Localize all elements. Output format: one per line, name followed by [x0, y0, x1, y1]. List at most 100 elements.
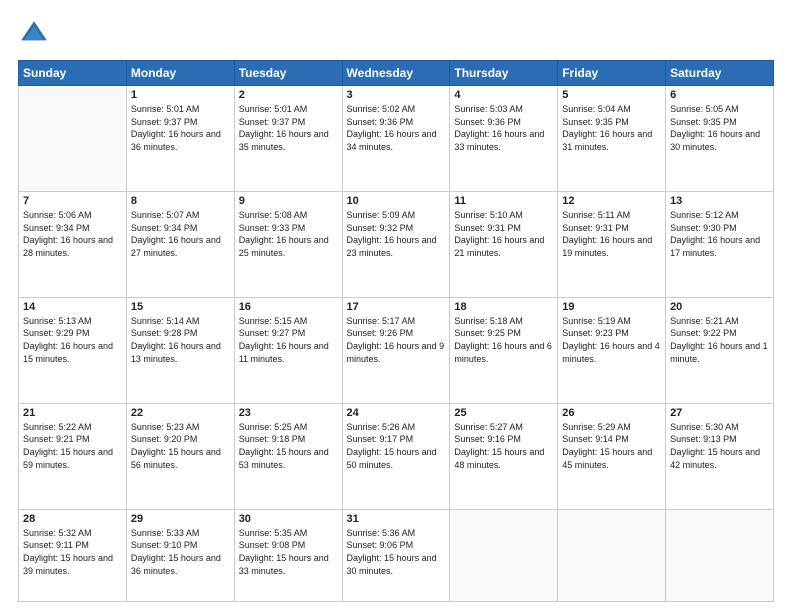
- day-number: 6: [670, 89, 769, 101]
- calendar-cell: 16 Sunrise: 5:15 AMSunset: 9:27 PMDayligh…: [234, 297, 342, 403]
- day-number: 10: [347, 195, 446, 207]
- day-number: 7: [23, 195, 122, 207]
- day-info: Sunrise: 5:30 AMSunset: 9:13 PMDaylight:…: [670, 421, 769, 471]
- weekday-header-row: SundayMondayTuesdayWednesdayThursdayFrid…: [19, 61, 774, 86]
- logo: [18, 18, 54, 50]
- calendar-cell: 9Sunrise: 5:08 AMSunset: 9:33 PMDaylight…: [234, 191, 342, 297]
- day-number: 16: [239, 301, 338, 313]
- calendar-cell: [666, 509, 774, 601]
- calendar-cell: 19Sunrise: 5:19 AMSunset: 9:23 PMDayligh…: [558, 297, 666, 403]
- day-number: 19: [562, 301, 661, 313]
- header: [18, 18, 774, 50]
- day-number: 30: [239, 513, 338, 525]
- day-number: 1: [131, 89, 230, 101]
- calendar-cell: 7 Sunrise: 5:06 AMSunset: 9:34 PMDaylight…: [19, 191, 127, 297]
- calendar-cell: 20 Sunrise: 5:21 AMSunset: 9:22 PMDayligh…: [666, 297, 774, 403]
- calendar-cell: 25 Sunrise: 5:27 AMSunset: 9:16 PMDayligh…: [450, 403, 558, 509]
- calendar-cell: 18 Sunrise: 5:18 AMSunset: 9:25 PMDayligh…: [450, 297, 558, 403]
- day-number: 15: [131, 301, 230, 313]
- calendar-cell: [450, 509, 558, 601]
- day-info: Sunrise: 5:07 AMSunset: 9:34 PMDaylight:…: [131, 209, 230, 259]
- day-number: 20: [670, 301, 769, 313]
- day-number: 22: [131, 407, 230, 419]
- calendar-cell: 4Sunrise: 5:03 AMSunset: 9:36 PMDaylight…: [450, 86, 558, 192]
- day-number: 25: [454, 407, 553, 419]
- page: SundayMondayTuesdayWednesdayThursdayFrid…: [0, 0, 792, 612]
- calendar-cell: 2 Sunrise: 5:01 AMSunset: 9:37 PMDaylight…: [234, 86, 342, 192]
- calendar-cell: 28 Sunrise: 5:32 AMSunset: 9:11 PMDayligh…: [19, 509, 127, 601]
- day-info: Sunrise: 5:21 AMSunset: 9:22 PMDaylight:…: [670, 315, 769, 365]
- calendar-week-row: 1 Sunrise: 5:01 AMSunset: 9:37 PMDaylight…: [19, 86, 774, 192]
- calendar-cell: [19, 86, 127, 192]
- calendar-cell: 30 Sunrise: 5:35 AMSunset: 9:08 PMDayligh…: [234, 509, 342, 601]
- calendar-cell: [558, 509, 666, 601]
- day-info: Sunrise: 5:01 AMSunset: 9:37 PMDaylight:…: [239, 103, 338, 153]
- day-info: Sunrise: 5:15 AMSunset: 9:27 PMDaylight:…: [239, 315, 338, 365]
- weekday-header: Thursday: [450, 61, 558, 86]
- day-number: 23: [239, 407, 338, 419]
- day-number: 8: [131, 195, 230, 207]
- day-info: Sunrise: 5:23 AMSunset: 9:20 PMDaylight:…: [131, 421, 230, 471]
- day-number: 13: [670, 195, 769, 207]
- day-info: Sunrise: 5:32 AMSunset: 9:11 PMDaylight:…: [23, 527, 122, 577]
- day-info: Sunrise: 5:33 AMSunset: 9:10 PMDaylight:…: [131, 527, 230, 577]
- calendar-cell: 17 Sunrise: 5:17 AMSunset: 9:26 PMDayligh…: [342, 297, 450, 403]
- day-info: Sunrise: 5:36 AMSunset: 9:06 PMDaylight:…: [347, 527, 446, 577]
- day-number: 28: [23, 513, 122, 525]
- calendar-week-row: 28 Sunrise: 5:32 AMSunset: 9:11 PMDayligh…: [19, 509, 774, 601]
- day-number: 11: [454, 195, 553, 207]
- calendar-cell: 27 Sunrise: 5:30 AMSunset: 9:13 PMDayligh…: [666, 403, 774, 509]
- day-number: 12: [562, 195, 661, 207]
- day-number: 24: [347, 407, 446, 419]
- day-info: Sunrise: 5:01 AMSunset: 9:37 PMDaylight:…: [131, 103, 230, 153]
- day-number: 29: [131, 513, 230, 525]
- calendar-cell: 15Sunrise: 5:14 AMSunset: 9:28 PMDayligh…: [126, 297, 234, 403]
- calendar-week-row: 21Sunrise: 5:22 AMSunset: 9:21 PMDayligh…: [19, 403, 774, 509]
- day-number: 27: [670, 407, 769, 419]
- weekday-header: Monday: [126, 61, 234, 86]
- day-info: Sunrise: 5:18 AMSunset: 9:25 PMDaylight:…: [454, 315, 553, 365]
- day-number: 5: [562, 89, 661, 101]
- weekday-header: Sunday: [19, 61, 127, 86]
- day-info: Sunrise: 5:10 AMSunset: 9:31 PMDaylight:…: [454, 209, 553, 259]
- calendar-cell: 5 Sunrise: 5:04 AMSunset: 9:35 PMDaylight…: [558, 86, 666, 192]
- weekday-header: Friday: [558, 61, 666, 86]
- day-info: Sunrise: 5:25 AMSunset: 9:18 PMDaylight:…: [239, 421, 338, 471]
- calendar-cell: 1 Sunrise: 5:01 AMSunset: 9:37 PMDaylight…: [126, 86, 234, 192]
- day-info: Sunrise: 5:12 AMSunset: 9:30 PMDaylight:…: [670, 209, 769, 259]
- day-info: Sunrise: 5:11 AMSunset: 9:31 PMDaylight:…: [562, 209, 661, 259]
- day-number: 14: [23, 301, 122, 313]
- calendar-table: SundayMondayTuesdayWednesdayThursdayFrid…: [18, 60, 774, 602]
- calendar-cell: 31 Sunrise: 5:36 AMSunset: 9:06 PMDayligh…: [342, 509, 450, 601]
- calendar-cell: 3Sunrise: 5:02 AMSunset: 9:36 PMDaylight…: [342, 86, 450, 192]
- day-info: Sunrise: 5:22 AMSunset: 9:21 PMDaylight:…: [23, 421, 122, 471]
- day-number: 26: [562, 407, 661, 419]
- calendar-cell: 11 Sunrise: 5:10 AMSunset: 9:31 PMDayligh…: [450, 191, 558, 297]
- day-info: Sunrise: 5:27 AMSunset: 9:16 PMDaylight:…: [454, 421, 553, 471]
- weekday-header: Saturday: [666, 61, 774, 86]
- calendar-cell: 13 Sunrise: 5:12 AMSunset: 9:30 PMDayligh…: [666, 191, 774, 297]
- calendar-cell: 23 Sunrise: 5:25 AMSunset: 9:18 PMDayligh…: [234, 403, 342, 509]
- day-info: Sunrise: 5:26 AMSunset: 9:17 PMDaylight:…: [347, 421, 446, 471]
- day-number: 18: [454, 301, 553, 313]
- calendar-cell: 8 Sunrise: 5:07 AMSunset: 9:34 PMDaylight…: [126, 191, 234, 297]
- day-number: 4: [454, 89, 553, 101]
- day-info: Sunrise: 5:17 AMSunset: 9:26 PMDaylight:…: [347, 315, 446, 365]
- calendar-week-row: 14Sunrise: 5:13 AMSunset: 9:29 PMDayligh…: [19, 297, 774, 403]
- day-info: Sunrise: 5:35 AMSunset: 9:08 PMDaylight:…: [239, 527, 338, 577]
- day-number: 17: [347, 301, 446, 313]
- calendar-cell: 10Sunrise: 5:09 AMSunset: 9:32 PMDayligh…: [342, 191, 450, 297]
- day-info: Sunrise: 5:06 AMSunset: 9:34 PMDaylight:…: [23, 209, 122, 259]
- calendar-cell: 21Sunrise: 5:22 AMSunset: 9:21 PMDayligh…: [19, 403, 127, 509]
- weekday-header: Wednesday: [342, 61, 450, 86]
- calendar-cell: 24 Sunrise: 5:26 AMSunset: 9:17 PMDayligh…: [342, 403, 450, 509]
- day-info: Sunrise: 5:29 AMSunset: 9:14 PMDaylight:…: [562, 421, 661, 471]
- logo-icon: [18, 18, 50, 50]
- day-number: 31: [347, 513, 446, 525]
- calendar-cell: 12 Sunrise: 5:11 AMSunset: 9:31 PMDayligh…: [558, 191, 666, 297]
- day-number: 2: [239, 89, 338, 101]
- day-info: Sunrise: 5:04 AMSunset: 9:35 PMDaylight:…: [562, 103, 661, 153]
- weekday-header: Tuesday: [234, 61, 342, 86]
- day-number: 3: [347, 89, 446, 101]
- calendar-week-row: 7 Sunrise: 5:06 AMSunset: 9:34 PMDaylight…: [19, 191, 774, 297]
